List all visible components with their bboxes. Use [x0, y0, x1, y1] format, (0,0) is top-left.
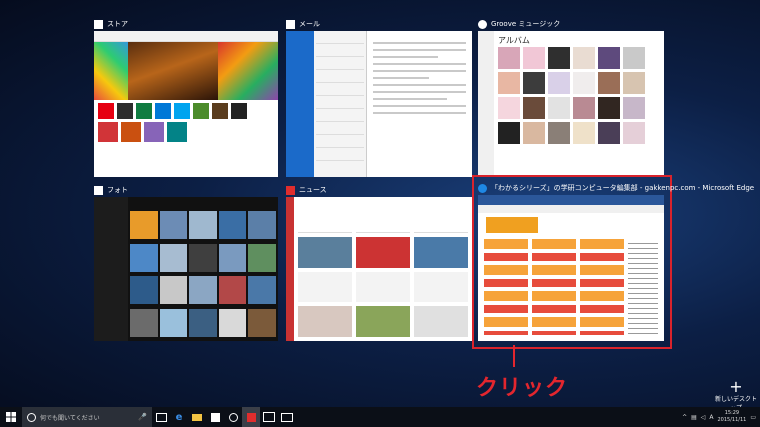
edge-browser-icon: [478, 183, 487, 193]
photo-grid: [128, 197, 278, 341]
store-topbar: [94, 31, 278, 42]
chevron-up-icon[interactable]: ^: [682, 414, 687, 421]
store-taskbar-icon[interactable]: [206, 407, 224, 427]
window-mail[interactable]: メール: [286, 17, 472, 177]
news-icon: [286, 185, 295, 195]
edge-taskbar-icon[interactable]: e: [170, 407, 188, 427]
mail-message-list: [314, 31, 367, 177]
mail-reading-pane: [367, 31, 472, 177]
volume-icon[interactable]: ◁: [701, 414, 706, 421]
window-title: メール: [299, 20, 320, 28]
file-explorer-icon[interactable]: [188, 407, 206, 427]
start-button[interactable]: [0, 407, 22, 427]
plus-icon: +: [729, 377, 743, 396]
task-view-icon[interactable]: [152, 407, 170, 427]
window-header: ニュース: [286, 183, 327, 197]
groove-taskbar-icon[interactable]: [224, 407, 242, 427]
photos-nav-pane: [94, 197, 128, 341]
cortana-circle-icon: [27, 412, 36, 422]
window-store[interactable]: ストア: [94, 17, 278, 177]
store-bag-icon: [94, 19, 103, 29]
window-thumbnail[interactable]: [94, 31, 278, 177]
clock[interactable]: 15:29 2015/11/11: [718, 410, 747, 424]
groove-section-title: アルバム: [498, 36, 530, 45]
site-content: [484, 239, 658, 335]
system-tray: ^ ▤ ◁ A 15:29 2015/11/11 ▭: [682, 407, 760, 427]
window-thumbnail[interactable]: [478, 195, 664, 341]
windows-logo-icon: [6, 412, 16, 422]
search-placeholder: 何でも聞いてください: [40, 414, 100, 422]
news-taskbar-icon[interactable]: [242, 407, 260, 427]
album-grid: [498, 47, 660, 144]
mail-taskbar-icon[interactable]: [278, 407, 296, 427]
window-title: フォト: [107, 186, 128, 194]
window-news[interactable]: ニュース: [286, 183, 472, 341]
window-title: ニュース: [299, 186, 327, 194]
clock-date: 2015/11/11: [717, 417, 747, 423]
window-header: Groove ミュージック: [478, 17, 560, 31]
taskbar: 何でも聞いてください 🎤 e ^ ▤ ◁ A 15:29 2015/11/11 …: [0, 407, 760, 427]
clock-time: 15:29: [724, 410, 740, 416]
store-apps-row: [94, 122, 278, 142]
microphone-icon: 🎤: [138, 413, 147, 421]
notification-icon[interactable]: ▭: [750, 414, 756, 421]
photos-taskbar-icon[interactable]: [260, 407, 278, 427]
window-thumbnail[interactable]: アルバム: [478, 31, 664, 177]
mail-nav-pane: [286, 31, 314, 177]
window-title: ストア: [107, 20, 128, 28]
window-photos[interactable]: フォト: [94, 183, 278, 341]
window-header: フォト: [94, 183, 128, 197]
window-header: 「わかるシリーズ」の学研コンピュータ編集部 - gakkenpc.com - M…: [478, 181, 754, 195]
window-thumbnail[interactable]: [286, 31, 472, 177]
window-title: 「わかるシリーズ」の学研コンピュータ編集部 - gakkenpc.com - M…: [491, 184, 755, 192]
ime-indicator[interactable]: A: [709, 414, 713, 421]
edge-tab-bar: [478, 195, 664, 205]
store-featured-grid: [94, 100, 278, 122]
window-edge[interactable]: 「わかるシリーズ」の学研コンピュータ編集部 - gakkenpc.com - M…: [478, 181, 754, 341]
window-header: ストア: [94, 17, 128, 31]
news-nav-pane: [286, 197, 294, 341]
web-page: [478, 213, 664, 341]
news-article-grid: [294, 197, 472, 341]
window-thumbnail[interactable]: [94, 197, 278, 341]
network-icon[interactable]: ▤: [691, 414, 697, 421]
window-title: Groove ミュージック: [491, 20, 561, 28]
annotation-line: [513, 345, 515, 367]
search-box[interactable]: 何でも聞いてください 🎤: [22, 407, 152, 427]
photos-icon: [94, 185, 103, 195]
store-banner: [94, 42, 278, 100]
groove-disc-icon: [478, 19, 487, 29]
window-thumbnail[interactable]: [286, 197, 472, 341]
mail-envelope-icon: [286, 19, 295, 29]
window-header: メール: [286, 17, 320, 31]
groove-nav-pane: [478, 31, 494, 177]
site-logo: [486, 217, 538, 233]
annotation-label: クリック: [476, 376, 569, 401]
window-groove-music[interactable]: Groove ミュージック アルバム: [478, 17, 664, 177]
